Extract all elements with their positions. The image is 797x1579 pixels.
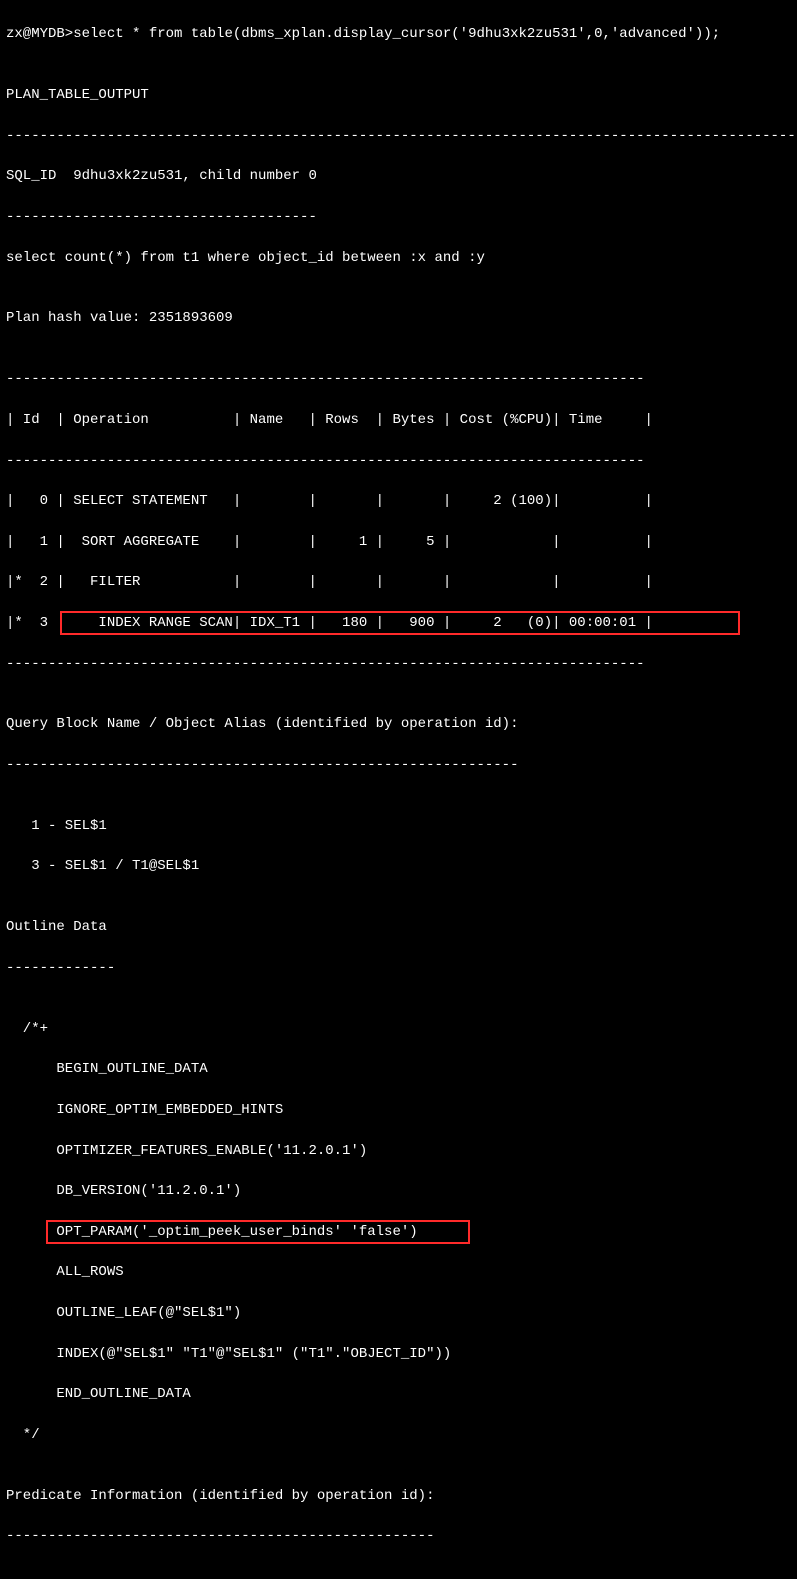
outline-db-version: DB_VERSION('11.2.0.1') — [6, 1181, 791, 1201]
plan-row-1: | 1 | SORT AGGREGATE | | 1 | 5 | | | — [6, 532, 791, 552]
outline-leaf: OUTLINE_LEAF(@"SEL$1") — [6, 1303, 791, 1323]
outline-data-title: Outline Data — [6, 917, 791, 937]
sql-command: select * from table(dbms_xplan.display_c… — [73, 26, 720, 42]
predicate-info-title: Predicate Information (identified by ope… — [6, 1486, 791, 1506]
sql-text: select count(*) from t1 where object_id … — [6, 248, 791, 268]
outline-begin: BEGIN_OUTLINE_DATA — [6, 1059, 791, 1079]
divider: ----------------------------------------… — [6, 126, 791, 146]
sql-id-line: SQL_ID 9dhu3xk2zu531, child number 0 — [6, 166, 791, 186]
outline-index: INDEX(@"SEL$1" "T1"@"SEL$1" ("T1"."OBJEC… — [6, 1344, 791, 1364]
outline-all-rows: ALL_ROWS — [6, 1262, 791, 1282]
plan-row-2: |* 2 | FILTER | | | | | | — [6, 572, 791, 592]
query-block-title: Query Block Name / Object Alias (identif… — [6, 714, 791, 734]
shell-prompt: zx@MYDB> — [6, 26, 73, 42]
outline-open: /*+ — [6, 1019, 791, 1039]
plan-table-border: ----------------------------------------… — [6, 451, 791, 471]
highlight-box-index-range-scan — [60, 611, 740, 635]
outline-end: END_OUTLINE_DATA — [6, 1384, 791, 1404]
outline-ignore-hints: IGNORE_OPTIM_EMBEDDED_HINTS — [6, 1100, 791, 1120]
outline-data-divider: ------------- — [6, 958, 791, 978]
plan-table-border-top: ----------------------------------------… — [6, 369, 791, 389]
plan-table-output-header: PLAN_TABLE_OUTPUT — [6, 85, 791, 105]
sql-id-divider: ------------------------------------- — [6, 207, 791, 227]
query-block-line-2: 3 - SEL$1 / T1@SEL$1 — [6, 856, 791, 876]
predicate-info-divider: ----------------------------------------… — [6, 1526, 791, 1546]
terminal-output: zx@MYDB>select * from table(dbms_xplan.d… — [0, 0, 797, 1579]
highlight-box-opt-param — [46, 1220, 470, 1244]
query-block-line-1: 1 - SEL$1 — [6, 816, 791, 836]
outline-opt-param-highlighted: OPT_PARAM('_optim_peek_user_binds' 'fals… — [6, 1222, 791, 1242]
plan-table-header: | Id | Operation | Name | Rows | Bytes |… — [6, 410, 791, 430]
plan-row-0: | 0 | SELECT STATEMENT | | | | 2 (100)| … — [6, 491, 791, 511]
outline-optimizer-features: OPTIMIZER_FEATURES_ENABLE('11.2.0.1') — [6, 1141, 791, 1161]
plan-hash-value: Plan hash value: 2351893609 — [6, 308, 791, 328]
plan-table-border-bottom: ----------------------------------------… — [6, 654, 791, 674]
outline-close: */ — [6, 1425, 791, 1445]
command-line: zx@MYDB>select * from table(dbms_xplan.d… — [6, 24, 791, 44]
query-block-divider: ----------------------------------------… — [6, 755, 791, 775]
plan-row-3-highlighted: |* 3 | INDEX RANGE SCAN| IDX_T1 | 180 | … — [6, 613, 791, 633]
